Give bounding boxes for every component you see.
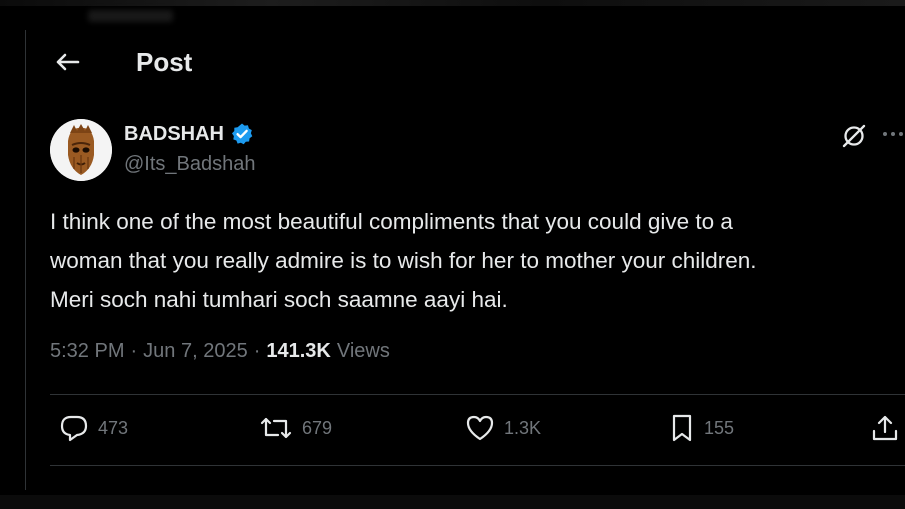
back-button[interactable] — [50, 45, 84, 79]
tweet-date[interactable]: Jun 7, 2025 — [143, 340, 248, 363]
reply-button[interactable]: 473 — [58, 413, 128, 443]
more-icon[interactable] — [882, 122, 904, 152]
divider — [50, 465, 905, 466]
blurred-header-text — [88, 10, 173, 22]
like-button[interactable]: 1.3K — [464, 413, 541, 443]
bottom-edge — [0, 495, 905, 509]
bookmark-icon — [672, 414, 692, 442]
bookmark-button[interactable]: 155 — [668, 413, 734, 443]
views-count[interactable]: 141.3K — [266, 340, 331, 363]
share-icon — [872, 415, 898, 441]
avatar[interactable] — [50, 119, 112, 181]
tweet-text: I think one of the most beautiful compli… — [50, 209, 757, 312]
divider — [50, 394, 905, 395]
top-edge-blur — [0, 0, 905, 6]
repost-count: 679 — [302, 417, 333, 438]
meta-separator: · — [130, 340, 138, 362]
like-count: 1.3K — [504, 417, 542, 438]
tweet-time[interactable]: 5:32 PM — [50, 340, 124, 363]
page-title: Post — [136, 46, 193, 77]
views-label: Views — [336, 340, 390, 362]
groot-avatar-icon — [50, 119, 112, 181]
repost-icon — [260, 417, 292, 439]
share-button[interactable] — [870, 413, 905, 443]
author-handle[interactable]: @Its_Badshah — [124, 153, 256, 176]
author-name: BADSHAH — [124, 122, 224, 145]
meta-separator: · — [253, 340, 261, 362]
verified-badge-icon — [230, 122, 254, 146]
repost-button[interactable]: 679 — [258, 413, 332, 443]
reply-count: 473 — [98, 417, 129, 438]
post-header: Post — [50, 44, 192, 80]
reply-icon — [60, 415, 88, 442]
column-border — [25, 30, 26, 490]
bookmark-count: 155 — [704, 417, 735, 438]
grok-icon[interactable] — [840, 122, 868, 155]
tweet-meta: 5:32 PM · Jun 7, 2025 · 141.3K Views — [50, 340, 390, 363]
arrow-left-icon — [56, 53, 80, 71]
heart-icon — [466, 415, 494, 441]
author-name-row[interactable]: BADSHAH — [124, 122, 254, 146]
